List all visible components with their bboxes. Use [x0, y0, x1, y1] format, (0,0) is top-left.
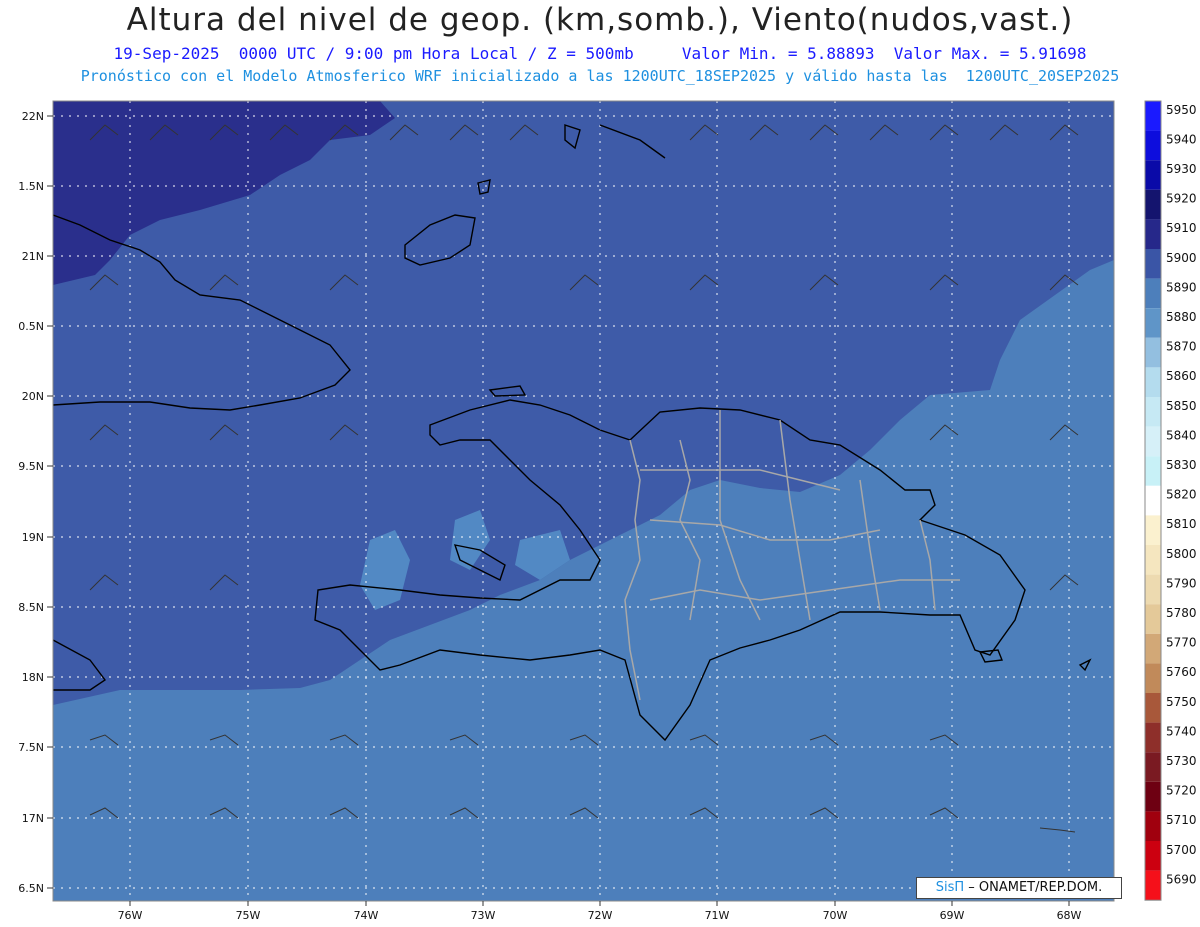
lat-label: 6.5N [18, 882, 44, 895]
colorbar-label: 5920 [1166, 192, 1197, 206]
colorbar-label: 5700 [1166, 843, 1197, 857]
colorbar-label: 5880 [1166, 310, 1197, 324]
colorbar-swatch [1145, 249, 1161, 279]
colorbar-swatch [1145, 693, 1161, 723]
colorbar-label: 5860 [1166, 369, 1197, 383]
colorbar-swatch [1145, 160, 1161, 190]
colorbar-swatch [1145, 426, 1161, 457]
colorbar-label: 5910 [1166, 221, 1197, 235]
colorbar: 5950 5940 5930 5920 5910 5900 5890 5880 5870 5860… [1144, 100, 1197, 901]
sispi-logo-text: SisΠ [935, 880, 965, 895]
colorbar-swatch [1145, 663, 1161, 693]
colorbar-swatch [1145, 811, 1161, 841]
lat-label: 22N [22, 110, 44, 123]
colorbar-swatch [1145, 545, 1161, 575]
colorbar-swatch [1145, 397, 1161, 427]
colorbar-label: 5710 [1166, 813, 1197, 827]
colorbar-swatch [1145, 633, 1161, 664]
colorbar-swatch [1145, 604, 1161, 634]
colorbar-label: 5950 [1166, 103, 1197, 117]
colorbar-swatch [1145, 337, 1161, 368]
lat-label: 7.5N [18, 741, 44, 754]
lon-label: 73W [471, 909, 496, 922]
colorbar-label: 5730 [1166, 754, 1197, 768]
lon-label: 71W [705, 909, 730, 922]
lat-label: 1.5N [18, 180, 44, 193]
forecast-map: 76W 75W 74W 73W 72W 71W 70W 69W 68W 22N … [18, 100, 1197, 922]
lon-label: 75W [236, 909, 261, 922]
colorbar-label: 5940 [1166, 132, 1197, 146]
colorbar-label: 5750 [1166, 695, 1197, 709]
colorbar-label: 5690 [1166, 872, 1197, 886]
lat-label: 17N [22, 812, 44, 825]
lon-label: 74W [354, 909, 379, 922]
colorbar-label: 5760 [1166, 665, 1197, 679]
colorbar-label: 5830 [1166, 458, 1197, 472]
colorbar-swatch [1145, 101, 1161, 131]
lon-labels: 76W 75W 74W 73W 72W 71W 70W 69W 68W [118, 909, 1082, 922]
lon-label: 70W [823, 909, 848, 922]
colorbar-swatch [1145, 308, 1161, 338]
lat-label: 21N [22, 250, 44, 263]
colorbar-label: 5720 [1166, 784, 1197, 798]
colorbar-swatch [1145, 781, 1161, 812]
colorbar-label: 5820 [1166, 488, 1197, 502]
colorbar-label: 5900 [1166, 251, 1197, 265]
colorbar-swatch [1145, 456, 1161, 486]
colorbar-label: 5840 [1166, 428, 1197, 442]
lon-label: 72W [588, 909, 613, 922]
colorbar-swatch [1145, 278, 1161, 309]
lon-label: 68W [1057, 909, 1082, 922]
colorbar-label: 5740 [1166, 724, 1197, 738]
colorbar-label: 5800 [1166, 547, 1197, 561]
colorbar-swatch [1145, 752, 1161, 782]
colorbar-swatch [1145, 870, 1161, 901]
lat-label: 18N [22, 671, 44, 684]
colorbar-label: 5870 [1166, 340, 1197, 354]
lat-labels: 22N 1.5N 21N 0.5N 20N 9.5N 19N 8.5N 18N … [18, 110, 44, 895]
credit-box: SisΠ – ONAMET/REP.DOM. [916, 877, 1122, 899]
colorbar-swatch [1145, 130, 1161, 161]
map-panel [53, 101, 1114, 901]
colorbar-label: 5930 [1166, 162, 1197, 176]
lat-label: 9.5N [18, 460, 44, 473]
lat-label: 8.5N [18, 601, 44, 614]
lon-label: 69W [940, 909, 965, 922]
colorbar-label: 5790 [1166, 576, 1197, 590]
colorbar-swatch [1145, 515, 1161, 545]
colorbar-label: 5850 [1166, 399, 1197, 413]
colorbar-swatch [1145, 722, 1161, 753]
credit-text: – ONAMET/REP.DOM. [964, 880, 1103, 895]
colorbar-label: 5890 [1166, 280, 1197, 294]
colorbar-swatch [1145, 219, 1161, 249]
colorbar-swatch [1145, 574, 1161, 605]
lat-label: 20N [22, 390, 44, 403]
colorbar-label: 5780 [1166, 606, 1197, 620]
colorbar-swatch [1145, 367, 1161, 397]
colorbar-swatch [1145, 485, 1161, 516]
colorbar-label: 5810 [1166, 517, 1197, 531]
colorbar-label: 5770 [1166, 636, 1197, 650]
lat-label: 0.5N [18, 320, 44, 333]
lat-label: 19N [22, 531, 44, 544]
colorbar-swatch [1145, 189, 1161, 220]
lon-label: 76W [118, 909, 143, 922]
colorbar-swatch [1145, 841, 1161, 871]
